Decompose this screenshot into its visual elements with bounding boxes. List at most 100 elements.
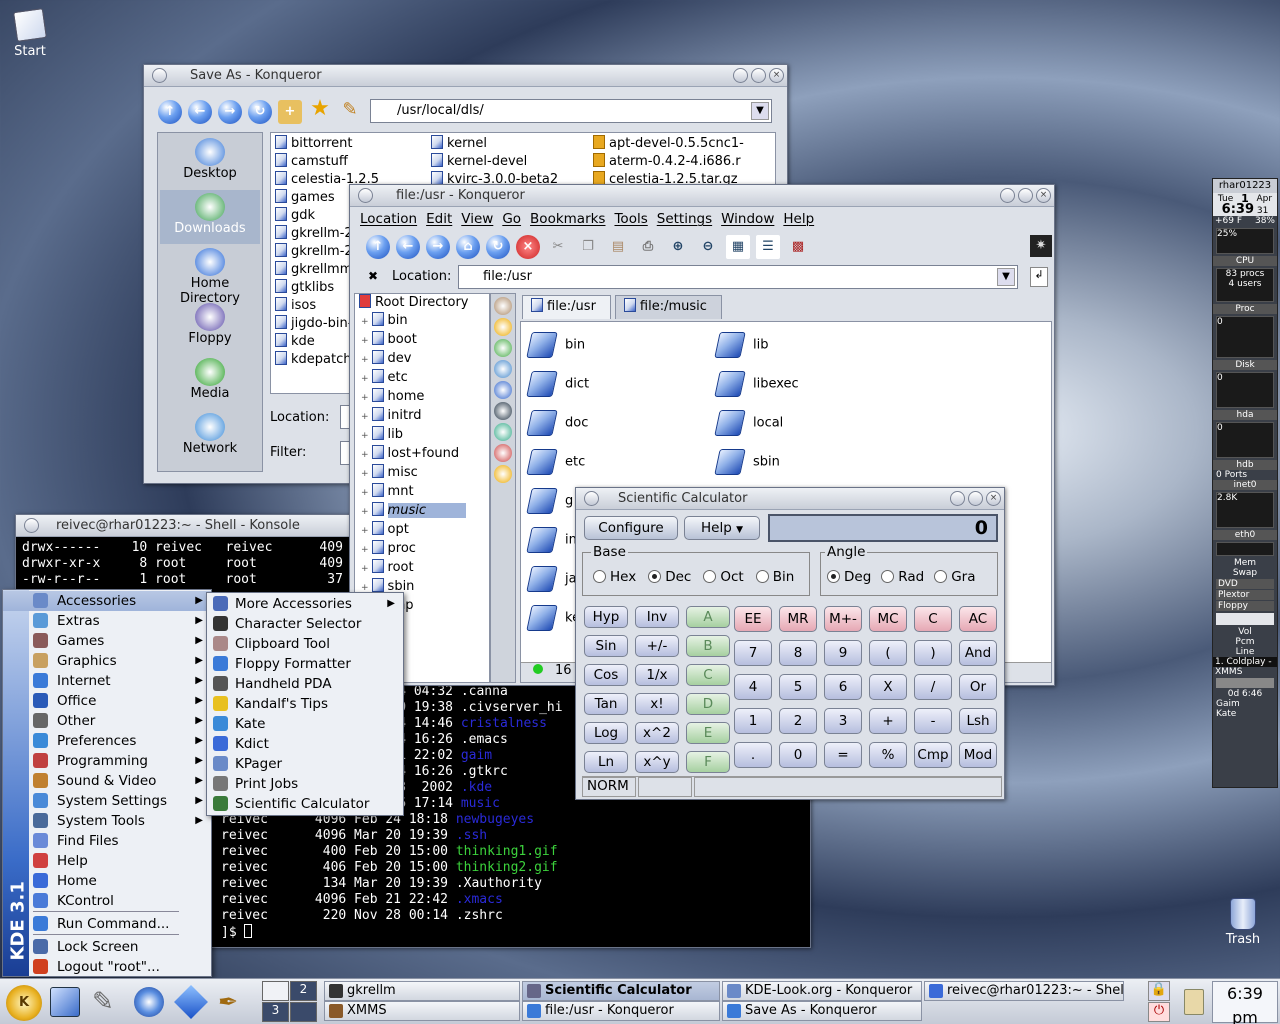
task-file-usr-konqueror[interactable]: file:/usr - Konqueror [522, 1001, 720, 1021]
copy-icon[interactable]: ❐ [576, 235, 600, 259]
key-_[interactable]: + [869, 708, 907, 734]
menu-window[interactable]: Window [721, 211, 774, 227]
kmenu-item-sound-video[interactable]: Sound & Video ▶ [3, 771, 211, 791]
kde-menu-button[interactable]: K [6, 985, 42, 1021]
pager-desk-3[interactable]: 3 [262, 1002, 289, 1022]
kmenu-item-extras[interactable]: Extras ▶ [3, 611, 211, 631]
place-floppy[interactable]: Floppy [160, 300, 260, 354]
clear-location-icon[interactable]: ✖ [368, 269, 378, 283]
tree-item-lostfound[interactable]: + lost+found [355, 445, 489, 464]
key-A[interactable]: A [686, 606, 730, 628]
klipper-icon[interactable] [1184, 989, 1204, 1015]
tree-item-home[interactable]: + home [355, 388, 489, 407]
menu-settings[interactable]: Settings [657, 211, 712, 227]
key-Mod[interactable]: Mod [959, 742, 997, 768]
key-B[interactable]: B [686, 635, 730, 657]
submenu-item-kate[interactable]: Kate [207, 714, 403, 734]
back-icon[interactable]: ← [396, 235, 420, 259]
tree-item-misc[interactable]: + misc [355, 464, 489, 483]
maximize-button[interactable] [968, 491, 983, 506]
window-menu-icon[interactable] [152, 68, 167, 83]
key-_[interactable]: % [869, 742, 907, 768]
stop-icon[interactable]: × [516, 235, 540, 259]
services-icon[interactable] [494, 402, 512, 420]
expand-icon[interactable]: + [361, 545, 369, 555]
expand-icon[interactable]: + [361, 393, 369, 403]
close-button[interactable]: × [769, 68, 784, 83]
key-EE[interactable]: EE [734, 606, 772, 632]
submenu-item-more-accessories[interactable]: More Accessories ▶ [207, 594, 403, 614]
key-2[interactable]: 2 [779, 708, 817, 734]
kmenu-item-office[interactable]: Office ▶ [3, 691, 211, 711]
radio-gra[interactable]: Gra [934, 569, 976, 585]
pager-desk-1[interactable] [262, 981, 289, 1001]
bookmark-icon[interactable]: ★ [308, 97, 332, 121]
kmenu-item-find-files[interactable]: Find Files [3, 831, 211, 851]
chevron-down-icon[interactable]: ▼ [997, 268, 1015, 286]
tree-item-proc[interactable]: + proc [355, 540, 489, 559]
forward-icon[interactable]: → [426, 235, 450, 259]
file-item[interactable]: bittorrent [275, 135, 379, 153]
key-Sin[interactable]: Sin [584, 635, 628, 657]
minimize-button[interactable] [733, 68, 748, 83]
key-x_[interactable]: x! [635, 693, 679, 715]
window-menu-icon[interactable] [358, 188, 373, 203]
reload-icon[interactable]: ↻ [486, 235, 510, 259]
maximize-button[interactable] [751, 68, 766, 83]
kmenu-item-accessories[interactable]: Accessories ▶ [3, 591, 211, 611]
paste-icon[interactable]: ▤ [606, 235, 630, 259]
gk-mount-dvd[interactable]: DVD [1216, 579, 1274, 589]
menu-edit[interactable]: Edit [426, 211, 452, 227]
key-MR[interactable]: MR [779, 606, 817, 632]
firewall-icon[interactable]: ▩ [786, 235, 810, 259]
tree-item-etc[interactable]: + etc [355, 369, 489, 388]
tree-item-root[interactable]: + root [355, 559, 489, 578]
configure-button[interactable]: Configure [584, 516, 678, 540]
wrench-icon[interactable] [494, 297, 512, 315]
saveas-path-combo[interactable]: /usr/local/dls/ ▼ [370, 99, 772, 123]
pager-desk-4[interactable] [290, 1002, 317, 1022]
back-icon[interactable]: ← [188, 100, 212, 124]
key-x_2[interactable]: x^2 [635, 722, 679, 744]
file-item[interactable]: kernel [431, 135, 558, 153]
submenu-item-scientific-calculator[interactable]: Scientific Calculator [207, 794, 403, 814]
browser-icon[interactable] [134, 987, 164, 1017]
history-icon[interactable] [494, 339, 512, 357]
submenu-item-kpager[interactable]: KPager [207, 754, 403, 774]
key-1_x[interactable]: 1/x [635, 664, 679, 686]
expand-icon[interactable]: + [361, 412, 369, 422]
key-Cmp[interactable]: Cmp [914, 742, 952, 768]
key-C[interactable]: C [686, 664, 730, 686]
menu-location[interactable]: Location [360, 211, 417, 227]
window-menu-icon[interactable] [24, 518, 39, 533]
kmenu-item-lock-screen[interactable]: Lock Screen [3, 937, 211, 957]
trash-desktop-icon[interactable]: Trash [1218, 898, 1268, 947]
file-item[interactable]: apt-devel-0.5.5cnc1- [593, 135, 744, 153]
show-desktop-icon[interactable] [50, 987, 80, 1017]
place-network[interactable]: Network [160, 410, 260, 464]
key-Lsh[interactable]: Lsh [959, 708, 997, 734]
key-7[interactable]: 7 [734, 640, 772, 666]
gk-mount-floppy[interactable]: Floppy [1216, 601, 1274, 611]
task-gkrellm[interactable]: gkrellm [324, 981, 520, 1001]
place-media[interactable]: Media [160, 355, 260, 409]
menu-go[interactable]: Go [502, 211, 521, 227]
task-save-as-konqueror[interactable]: Save As - Konqueror [722, 1001, 922, 1021]
submenu-item-kdict[interactable]: Kdict [207, 734, 403, 754]
up-icon[interactable]: ↑ [158, 100, 182, 124]
key-9[interactable]: 9 [824, 640, 862, 666]
configure-icon[interactable]: ✎ [338, 98, 362, 122]
key-Cos[interactable]: Cos [584, 664, 628, 686]
folder-item[interactable]: libexec [714, 371, 799, 410]
key-_[interactable]: / [914, 674, 952, 700]
radio-rad[interactable]: Rad [881, 569, 924, 585]
submenu-item-character-selector[interactable]: Character Selector [207, 614, 403, 634]
submenu-item-floppy-formatter[interactable]: Floppy Formatter [207, 654, 403, 674]
expand-icon[interactable]: + [361, 336, 369, 346]
radio-bin[interactable]: Bin [755, 569, 794, 585]
place-downloads[interactable]: Downloads [160, 190, 260, 244]
close-button[interactable]: × [1036, 188, 1051, 203]
key-Log[interactable]: Log [584, 722, 628, 744]
folder-item[interactable]: dict [526, 371, 589, 410]
home-icon[interactable] [494, 360, 512, 378]
